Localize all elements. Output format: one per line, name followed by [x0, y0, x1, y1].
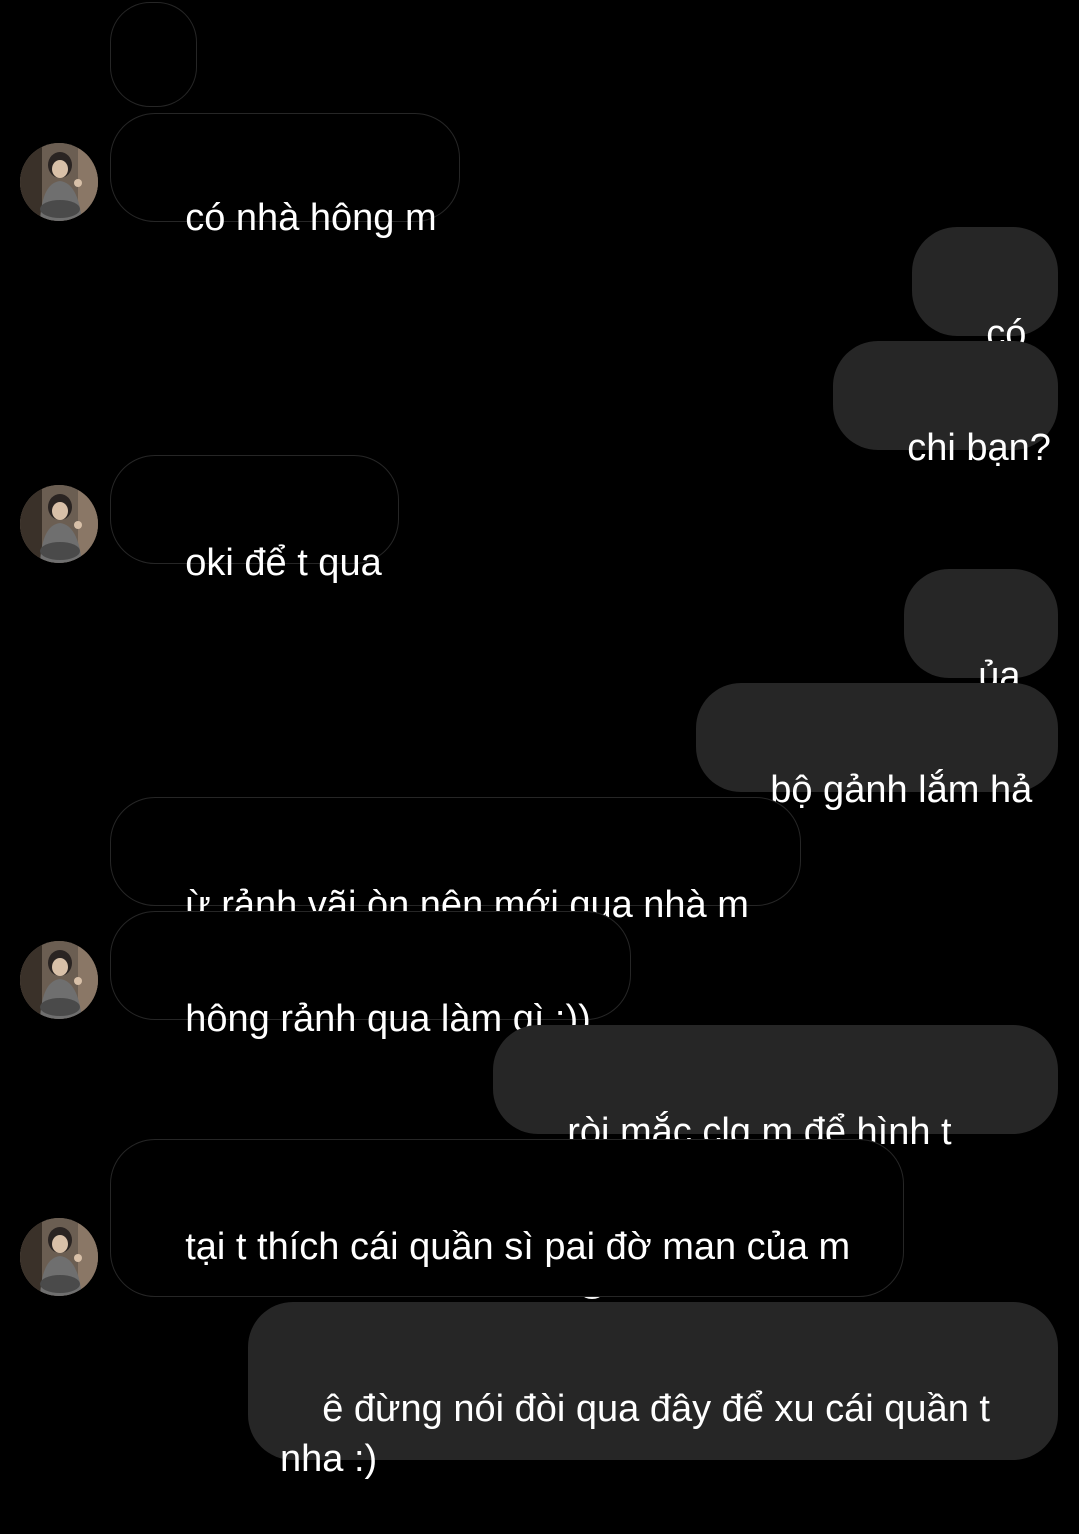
contact-avatar[interactable]	[20, 941, 98, 1019]
message-bubble-incoming[interactable]: oki để t qua	[110, 455, 399, 584]
message-text: tại t thích cái quần sì pai đờ man của m	[185, 1226, 851, 1268]
message-text: có nhà hông m	[185, 197, 437, 239]
message-bubble-outgoing[interactable]: ròi mắc clg m để hình t	[493, 1025, 1058, 1299]
contact-avatar[interactable]	[20, 143, 98, 221]
avatar-photo	[20, 143, 98, 221]
message-bubble-outgoing[interactable]: chi bạn?	[833, 341, 1058, 469]
message-bubble-outgoing[interactable]: ê đừng nói đòi qua đây để xu cái quần t …	[248, 1302, 1058, 1480]
avatar-photo	[20, 485, 98, 563]
chat-thread: ê có nhà hông m có á chi bạn?	[0, 0, 1079, 1480]
message-bubble-incoming[interactable]: ê	[110, 2, 197, 176]
message-bubble-outgoing[interactable]: có á	[912, 227, 1058, 405]
avatar-photo	[20, 1218, 98, 1296]
message-bubble-incoming[interactable]: có nhà hông m	[110, 113, 460, 239]
contact-avatar[interactable]	[20, 1218, 98, 1296]
message-text: chi bạn?	[907, 427, 1051, 469]
message-text: oki để t qua	[185, 542, 382, 584]
message-bubble-incoming[interactable]: hông rảnh qua làm gì :))	[110, 911, 631, 1040]
message-text: ê đừng nói đòi qua đây để xu cái quần t …	[280, 1388, 1001, 1480]
avatar-photo	[20, 941, 98, 1019]
message-bubble-incoming[interactable]: ừ rảnh vãi òn nên mới qua nhà m	[110, 797, 801, 926]
contact-avatar[interactable]	[20, 485, 98, 563]
message-bubble-outgoing[interactable]: bộ gảnh lắm hả	[696, 683, 1058, 811]
message-text: bộ gảnh lắm hả	[770, 769, 1033, 811]
message-bubble-incoming[interactable]: tại t thích cái quần sì pai đờ man của m	[110, 1139, 904, 1297]
message-bubble-outgoing[interactable]: ủa jz	[904, 569, 1058, 747]
